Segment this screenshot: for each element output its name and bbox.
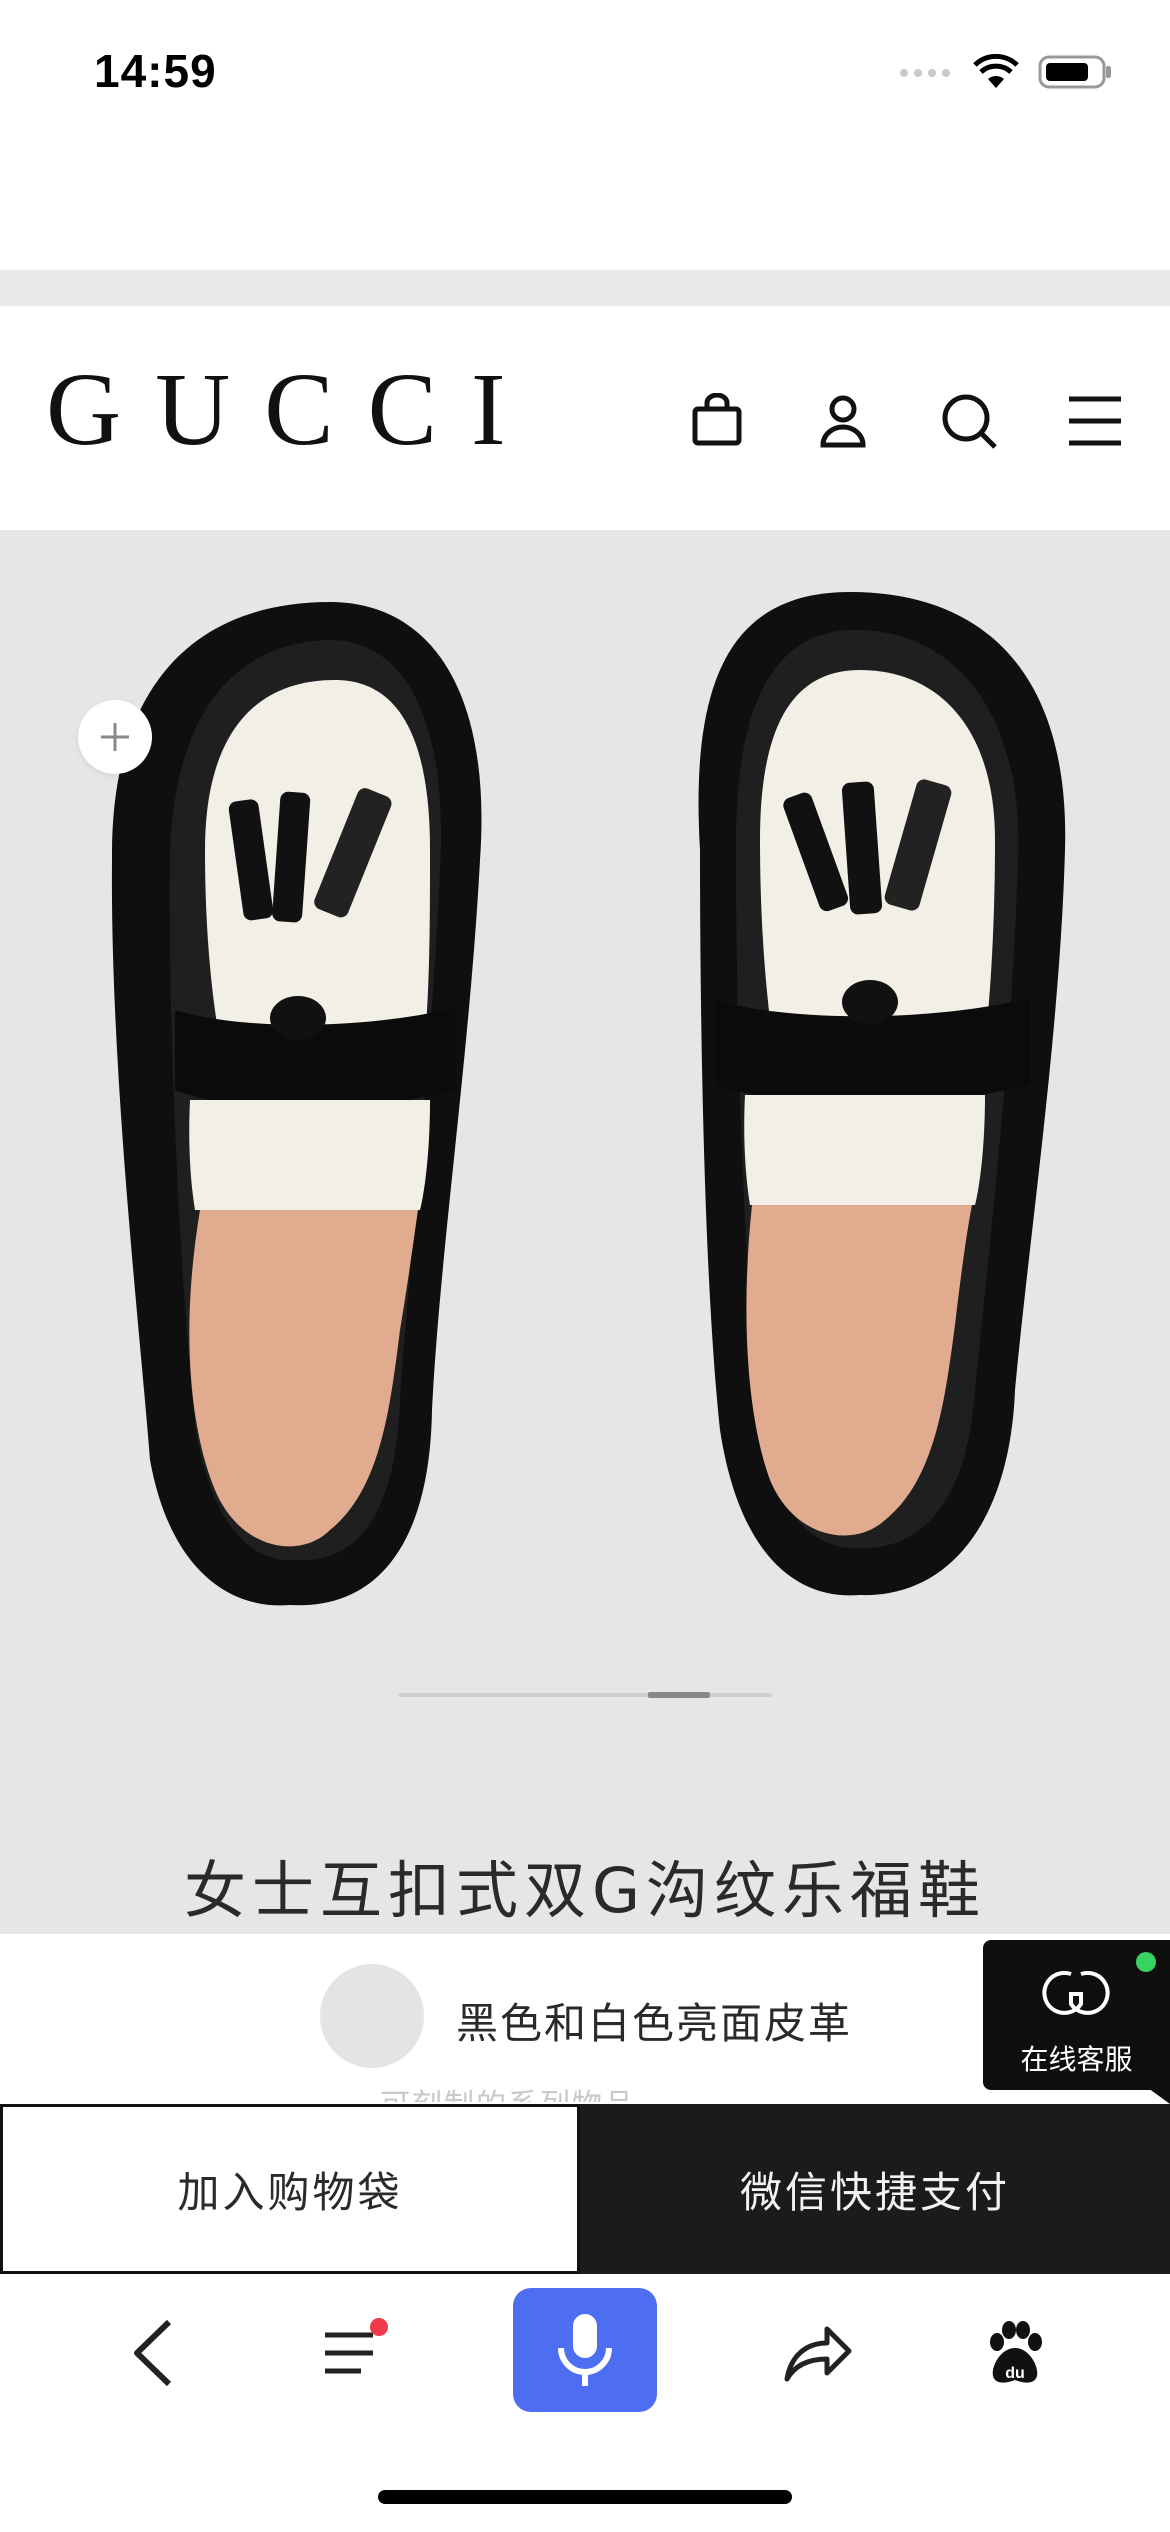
wifi-icon [973, 54, 1019, 88]
product-gallery[interactable]: 女士互扣式双G沟纹乐福鞋 [0, 530, 1170, 1934]
online-status-dot [1136, 1952, 1156, 1972]
share-icon [784, 2326, 852, 2382]
hamburger-menu-icon[interactable] [1060, 386, 1130, 456]
header-actions [682, 386, 1130, 456]
status-time: 14:59 [94, 45, 217, 97]
carousel-progress[interactable] [398, 1692, 772, 1698]
right-shoe-illustration [698, 592, 1066, 1596]
status-indicators [898, 52, 1114, 92]
online-service-label: 在线客服 [1020, 2043, 1133, 2076]
plus-icon [101, 723, 129, 751]
double-g-logo-icon [1042, 1970, 1110, 2015]
shopping-bag-icon[interactable] [682, 386, 752, 456]
user-icon[interactable] [808, 386, 878, 456]
zoom-button[interactable] [78, 700, 152, 774]
notification-dot [370, 2318, 388, 2336]
microphone-icon [558, 2314, 612, 2386]
baidu-home-button[interactable]: du [960, 2298, 1070, 2408]
product-title: 女士互扣式双G沟纹乐福鞋 [183, 1854, 987, 1927]
chat-widget-tail [1148, 2088, 1170, 2104]
product-image[interactable] [0, 530, 1170, 1680]
voice-search-button[interactable] [513, 2288, 657, 2412]
wechat-pay-button[interactable]: 微信快捷支付 [580, 2104, 1170, 2274]
variant-subtext: 可刻制的系列物品 [380, 2080, 636, 2102]
home-indicator [378, 2490, 792, 2504]
carousel-progress-thumb [648, 1692, 710, 1698]
header-divider-band [0, 270, 1170, 306]
site-header: GUCCI [0, 306, 1170, 530]
svg-text:du: du [1005, 2365, 1025, 2382]
chevron-left-icon [134, 2319, 172, 2387]
back-button[interactable] [98, 2298, 208, 2408]
cellular-signal-icon [900, 69, 950, 77]
status-bar: 14:59 [0, 0, 1170, 150]
tabs-list-button[interactable] [296, 2298, 406, 2408]
battery-icon [1038, 55, 1111, 89]
left-shoe-illustration [111, 602, 482, 1606]
share-button[interactable] [762, 2298, 872, 2408]
purchase-actions: 加入购物袋 微信快捷支付 [0, 2104, 1170, 2274]
add-to-bag-button[interactable]: 加入购物袋 [0, 2104, 580, 2274]
variant-name: 黑色和白色亮面皮革 [456, 1999, 853, 2048]
color-swatch[interactable] [320, 1964, 424, 2068]
brand-logo[interactable]: GUCCI [46, 358, 540, 462]
baidu-paw-icon: du [990, 2321, 1042, 2383]
search-icon[interactable] [934, 386, 1004, 456]
online-service-widget[interactable]: 在线客服 [983, 1940, 1170, 2090]
